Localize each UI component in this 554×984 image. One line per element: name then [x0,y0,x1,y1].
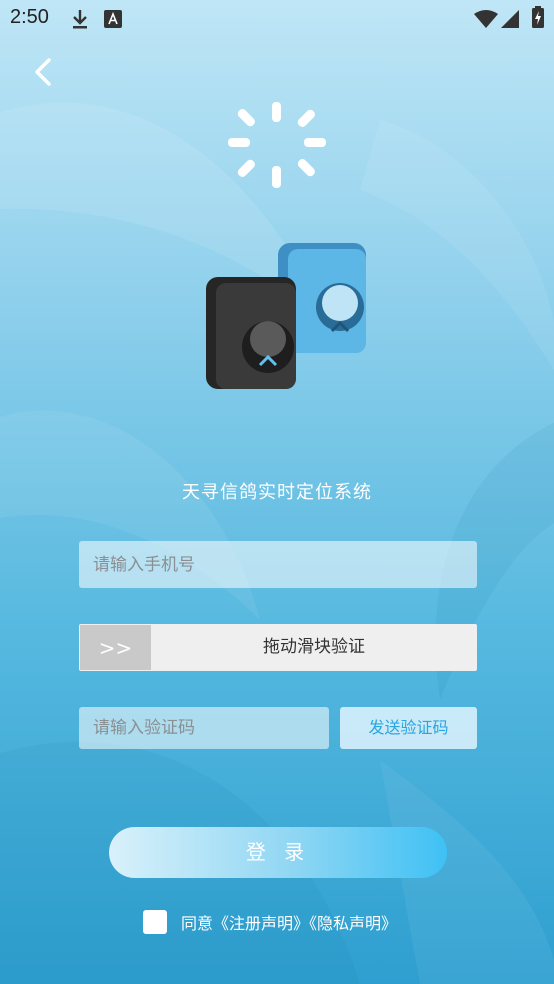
slider-verification[interactable]: >> 拖动滑块验证 [79,624,477,671]
app-logo-icon [228,102,326,188]
agreement-text[interactable]: 同意《注册声明》《隐私声明》 [181,910,397,934]
send-code-button[interactable]: 发送验证码 [340,707,477,749]
agree-checkbox[interactable] [143,910,167,934]
verification-code-input[interactable] [79,707,329,749]
status-time: 2:50 [10,6,49,28]
slider-handle[interactable]: >> [80,625,151,670]
phone-input[interactable] [79,541,477,588]
font-icon [104,10,122,28]
verification-code-field[interactable] [79,707,329,749]
slider-label: 拖动滑块验证 [263,637,365,657]
login-button[interactable]: 登 录 [109,827,447,878]
phone-field[interactable] [79,541,477,588]
tracker-device-image [206,243,366,389]
back-chevron-icon[interactable] [28,56,60,88]
wifi-icon [474,10,498,28]
download-icon [73,10,87,29]
double-chevron-icon: >> [98,635,133,660]
app-title: 天寻信鸽实时定位系统 [182,482,372,503]
signal-icon [501,10,519,28]
status-bar: 2:50 [0,0,554,38]
agreement-row: 同意《注册声明》《隐私声明》 [143,908,397,936]
battery-icon [532,6,544,28]
